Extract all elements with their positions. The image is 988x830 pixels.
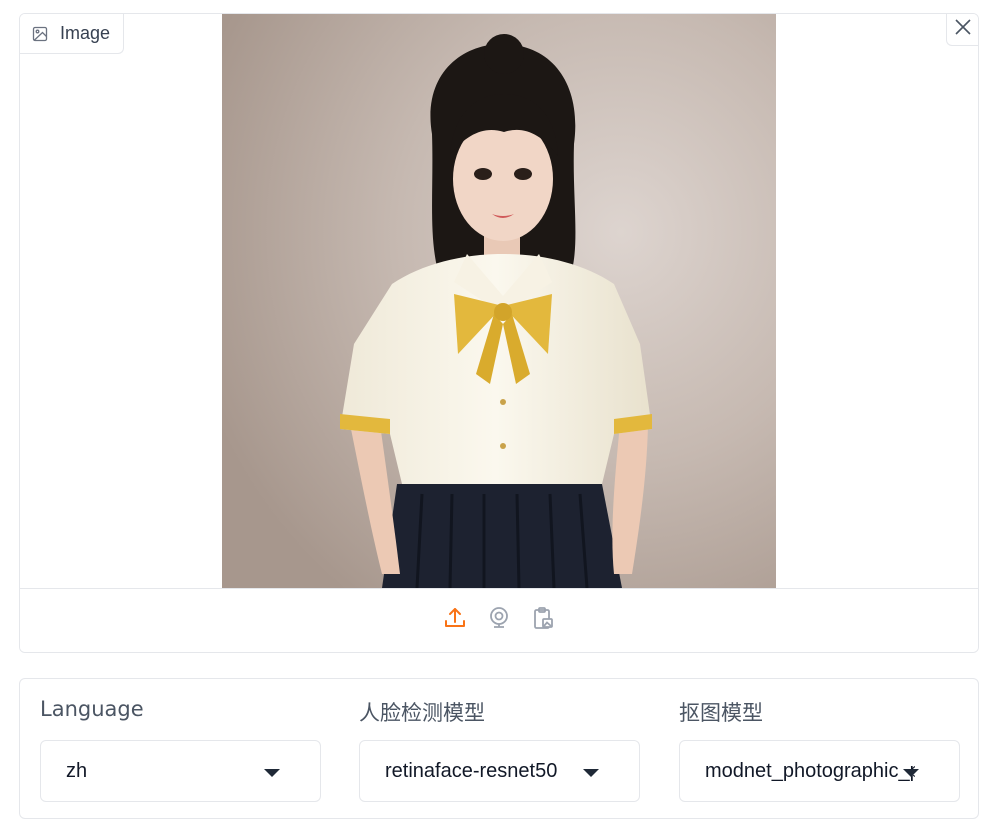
- clear-image-button[interactable]: [946, 14, 978, 46]
- image-component: Image: [19, 13, 979, 653]
- language-dropdown[interactable]: zh: [40, 740, 321, 802]
- chevron-down-icon: [264, 769, 280, 777]
- image-icon: [32, 26, 48, 42]
- face-model-dropdown[interactable]: retinaface-resnet50: [359, 740, 640, 802]
- close-icon: [954, 18, 972, 41]
- uploaded-photo: [222, 14, 776, 588]
- clipboard-button[interactable]: [530, 606, 556, 635]
- chevron-down-icon: [583, 769, 599, 777]
- webcam-icon: [487, 606, 511, 635]
- upload-button[interactable]: [442, 608, 468, 634]
- image-source-toolbar: [20, 588, 978, 652]
- image-label-tag: Image: [20, 14, 125, 54]
- upload-icon: [443, 606, 467, 635]
- settings-panel: Language zh 人脸检测模型 retinaface-resnet50 抠…: [19, 678, 979, 819]
- matting-model-dropdown[interactable]: modnet_photographic_portrait_matting: [679, 740, 960, 802]
- face-model-value: retinaface-resnet50: [385, 759, 558, 782]
- clipboard-icon: [531, 606, 555, 635]
- image-preview-area: [20, 14, 978, 588]
- face-model-label: 人脸检测模型: [359, 701, 485, 725]
- chevron-down-icon: [903, 769, 919, 777]
- language-label: Language: [40, 697, 144, 721]
- matting-model-value: modnet_photographic_portrait_matting: [705, 759, 915, 782]
- image-label-text: Image: [60, 23, 111, 43]
- webcam-button[interactable]: [486, 606, 512, 635]
- matting-model-label: 抠图模型: [679, 701, 763, 725]
- language-value: zh: [66, 759, 88, 782]
